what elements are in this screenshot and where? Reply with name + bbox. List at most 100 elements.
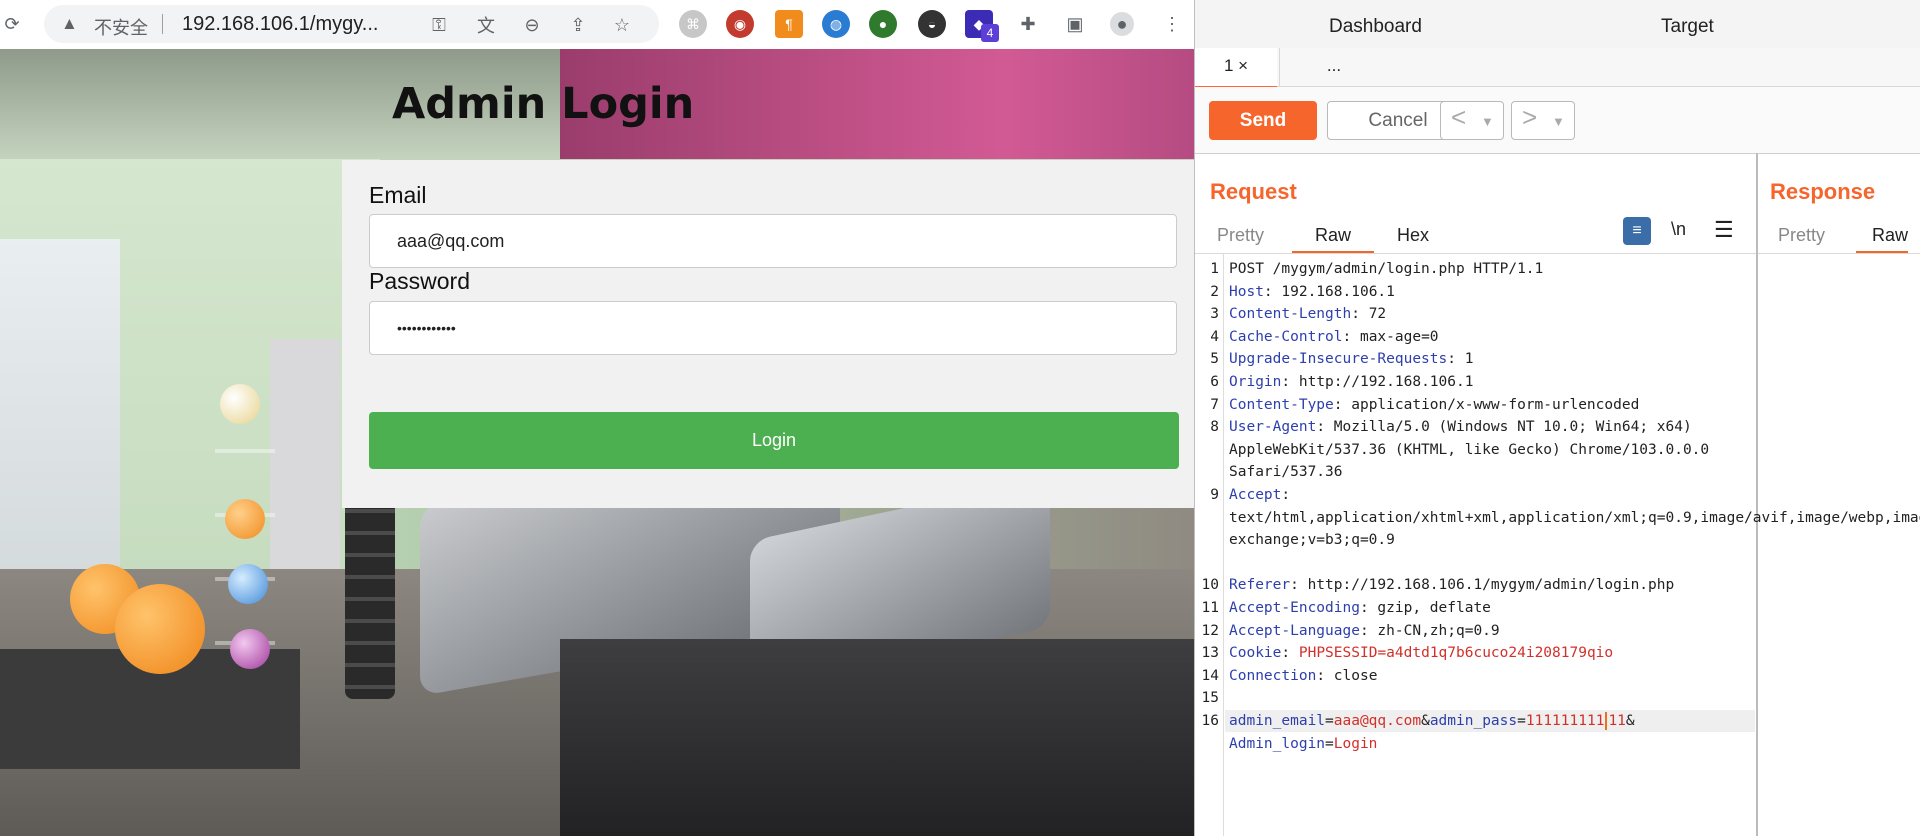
page-title: Admin Login: [392, 79, 695, 129]
repeater-tab-new[interactable]: ...: [1279, 48, 1388, 86]
repeater-toolbar: Send Cancel < ▼ > ▼: [1195, 87, 1920, 154]
header-value: gzip, deflate: [1377, 600, 1491, 616]
body-param-value: aaa@qq.com: [1333, 713, 1422, 729]
header-value: 192.168.106.1: [1281, 283, 1395, 300]
zoom-icon[interactable]: ⊖: [520, 13, 544, 37]
request-tab-raw[interactable]: Raw: [1292, 221, 1375, 254]
cookie-separator: =: [1377, 645, 1387, 662]
chevron-left-icon: <: [1451, 102, 1467, 132]
sidepanel-icon[interactable]: ▣: [1063, 12, 1087, 36]
background-ball: [230, 629, 270, 669]
header-name: Upgrade-Insecure-Requests: [1229, 351, 1448, 368]
body-param-value: Login: [1333, 735, 1378, 752]
response-tab-pretty[interactable]: Pretty: [1778, 221, 1825, 251]
login-form: Email aaa@qq.com Password •••••••••••• L…: [342, 160, 1194, 508]
line-content: Referer: http://192.168.106.1/mygym/admi…: [1229, 577, 1675, 594]
email-field[interactable]: aaa@qq.com: [369, 214, 1177, 268]
header-value: http://192.168.106.1/mygym/admin/login.p…: [1307, 577, 1675, 594]
line-content: Cookie: PHPSESSID=a4dtd1q7b6cuco24i20817…: [1229, 645, 1614, 662]
hamburger-menu-icon[interactable]: ☰: [1714, 217, 1734, 243]
line-content: Accept-Language: zh-CN,zh;q=0.9: [1229, 622, 1500, 639]
browser-window: ⟳ ▲ 不安全 192.168.106.1/mygy... ⚿ 文 ⊖ ⇪ ☆ …: [0, 0, 1194, 836]
line-content: Cache-Control: max-age=0: [1229, 328, 1439, 345]
line-number: 3: [1210, 306, 1219, 323]
request-tab-hex[interactable]: Hex: [1397, 221, 1429, 251]
tabs-divider: [1758, 253, 1920, 254]
header-value: 72: [1368, 306, 1387, 323]
share-icon[interactable]: ⇪: [566, 13, 590, 37]
login-button[interactable]: Login: [369, 412, 1179, 469]
header-name: Cookie: [1229, 645, 1282, 662]
password-label: Password: [369, 268, 470, 294]
line-number: 5: [1210, 351, 1219, 368]
header-value: application/x-www-form-urlencoded: [1351, 396, 1640, 413]
key-icon[interactable]: ⚿: [427, 13, 451, 37]
extension-green-icon[interactable]: ●: [869, 10, 897, 38]
line-content: Content-Type: application/x-www-form-url…: [1229, 396, 1640, 413]
line-number: 12: [1201, 622, 1219, 639]
extension-mask-icon[interactable]: ◉: [726, 10, 754, 38]
extension-cmd-icon[interactable]: ⌘: [679, 10, 707, 38]
burp-repeater: Dashboard Target 1 × ... Send Cancel < ▼…: [1194, 0, 1920, 836]
line-number: 9: [1210, 487, 1219, 503]
line-number: 2: [1210, 283, 1219, 300]
tab-dashboard[interactable]: Dashboard: [1329, 16, 1422, 38]
extensions-puzzle-icon[interactable]: ✚: [1016, 12, 1040, 36]
translate-icon[interactable]: 文: [474, 13, 498, 37]
line-number: 13: [1201, 645, 1219, 662]
extension-badge: 4: [981, 24, 999, 42]
line-number: 4: [1210, 328, 1219, 345]
extension-hat-icon[interactable]: ◒: [918, 10, 946, 38]
tab-target[interactable]: Target: [1661, 16, 1714, 38]
chevron-right-icon: >: [1522, 102, 1538, 132]
newline-toggle[interactable]: \n: [1671, 219, 1686, 240]
line-content: admin_email=aaa@qq.com&admin_pass=111111…: [1229, 712, 1635, 752]
extension-paragraph-icon[interactable]: ¶: [775, 10, 803, 38]
repeater-tabs: 1 × ...: [1195, 48, 1920, 89]
url-text[interactable]: 192.168.106.1/mygy...: [182, 13, 378, 36]
extension-globe-icon[interactable]: ◍: [822, 10, 850, 38]
address-bar[interactable]: ▲ 不安全 192.168.106.1/mygy... ⚿ 文 ⊖ ⇪ ☆: [44, 5, 659, 43]
request-panel: Request Pretty Raw Hex ≡ \n ☰ 1 POST /myg…: [1195, 153, 1920, 836]
request-editor[interactable]: 1 POST /mygym/admin/login.php HTTP/1.1 2 Ho…: [1195, 254, 1920, 836]
line-number: 8: [1210, 419, 1219, 436]
request-tab-pretty[interactable]: Pretty: [1217, 221, 1264, 251]
send-button[interactable]: Send: [1209, 101, 1317, 140]
web-page: Admin Login Email aaa@qq.com Password ••…: [0, 49, 1194, 836]
header-value: max-age=0: [1359, 328, 1439, 345]
background-door: [270, 339, 340, 599]
line-number: 11: [1201, 600, 1219, 616]
line-content: Upgrade-Insecure-Requests: 1: [1229, 351, 1474, 368]
repeater-tab-1[interactable]: 1 ×: [1195, 48, 1277, 89]
background-ball: [228, 564, 268, 604]
line-number: 7: [1210, 396, 1219, 413]
line-content: POST /mygym/admin/login.php HTTP/1.1: [1229, 258, 1729, 281]
profile-avatar-icon[interactable]: ●: [1110, 12, 1134, 36]
line-number: 15: [1201, 690, 1219, 707]
line-content: Connection: close: [1229, 667, 1378, 684]
header-name: Accept: [1229, 487, 1282, 503]
password-field[interactable]: ••••••••••••: [369, 301, 1177, 355]
line-content: Accept: text/html,application/xhtml+xml,…: [1229, 484, 1920, 552]
background-ball: [225, 499, 265, 539]
reload-icon[interactable]: ⟳: [0, 12, 24, 36]
email-label: Email: [369, 182, 427, 208]
header-name: Referer: [1229, 577, 1291, 594]
header-name: Origin: [1229, 374, 1282, 390]
body-param-value: 111111111 11: [1525, 712, 1626, 730]
menu-dots-icon[interactable]: ⋮: [1160, 12, 1184, 36]
background-ball: [220, 384, 260, 424]
text-caret: [1605, 712, 1608, 730]
history-back-button[interactable]: < ▼: [1440, 101, 1504, 140]
background-treadmill: [560, 639, 1194, 836]
line-number: 6: [1210, 374, 1219, 390]
line-number: 1: [1210, 261, 1219, 277]
header-value: 1: [1464, 351, 1474, 368]
bookmark-star-icon[interactable]: ☆: [610, 13, 634, 37]
history-forward-button[interactable]: > ▼: [1511, 101, 1575, 140]
header-value: close: [1333, 667, 1378, 684]
wrap-lines-icon[interactable]: ≡: [1623, 217, 1651, 245]
cookie-name: PHPSESSID: [1298, 645, 1378, 662]
response-tab-raw[interactable]: Raw: [1856, 221, 1909, 254]
header-name: Accept-Encoding: [1229, 600, 1360, 616]
